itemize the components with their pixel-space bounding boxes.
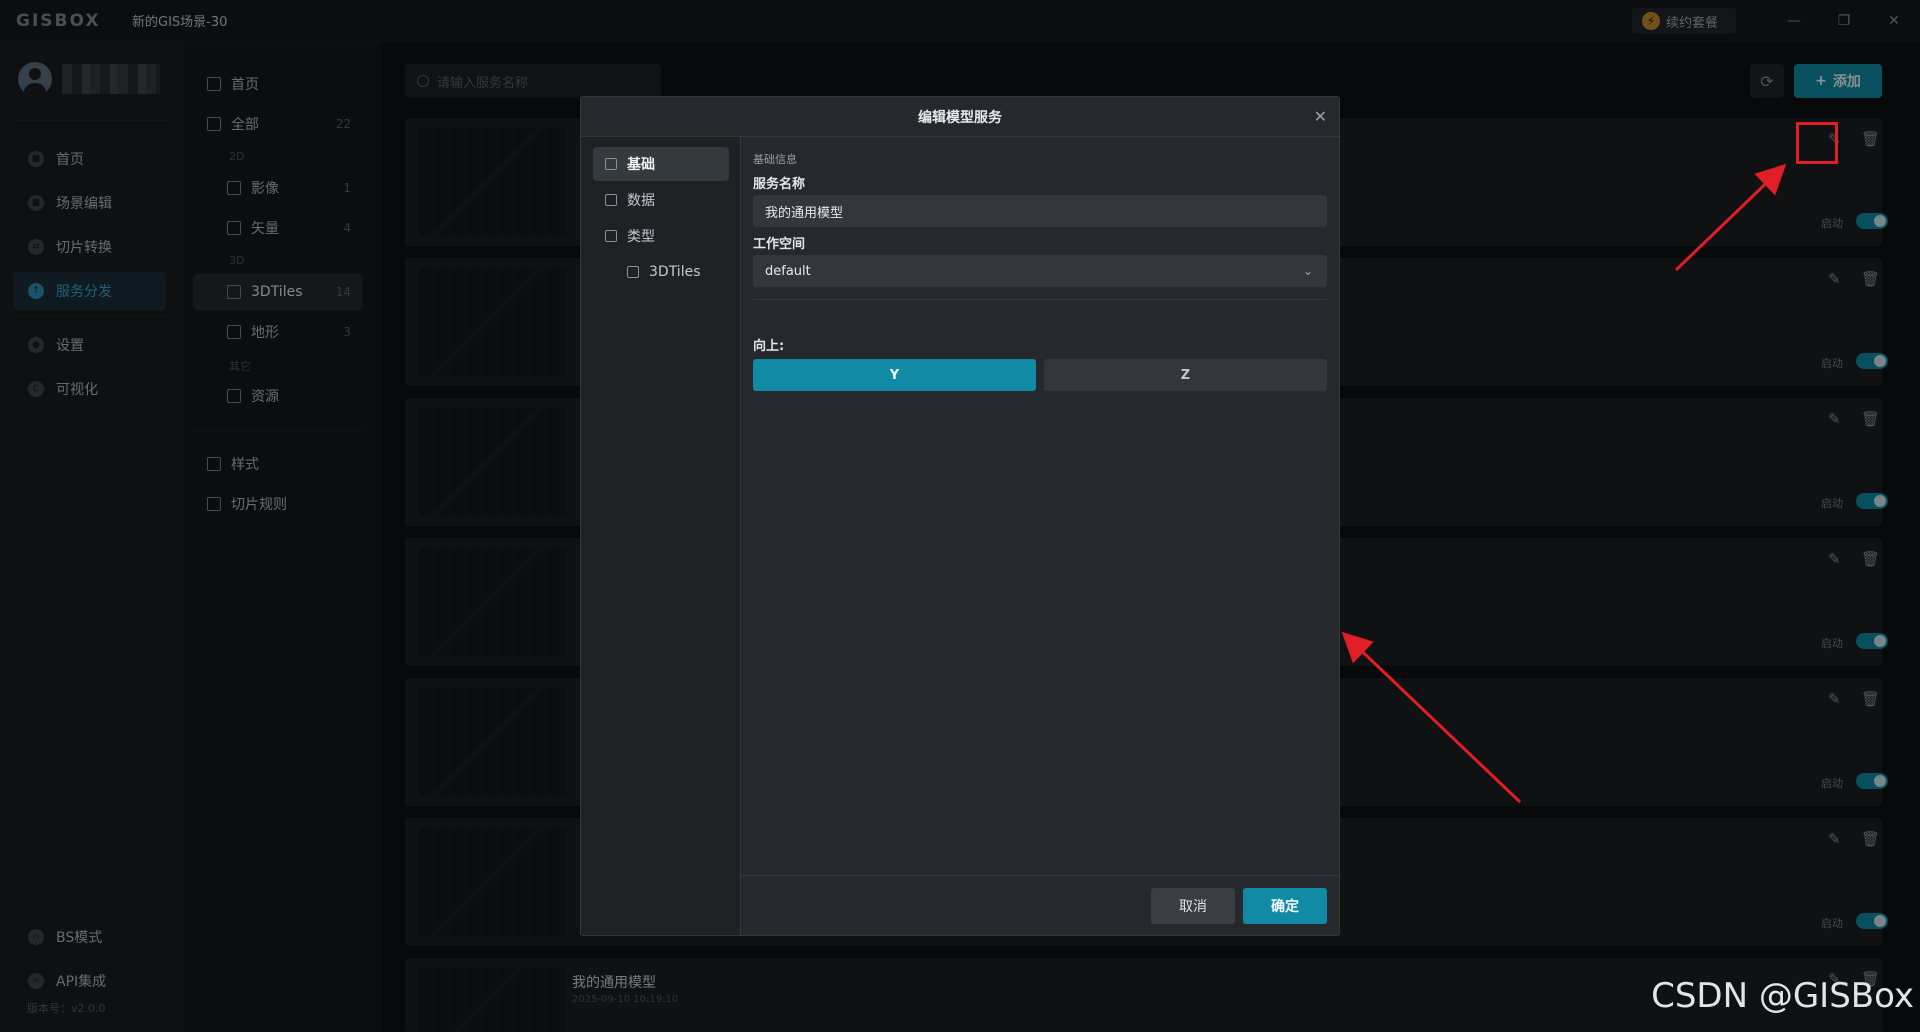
annotation-arrow-edit xyxy=(1674,163,1787,272)
watermark: CSDN @GISBox xyxy=(1651,976,1914,1016)
annotation-arrows xyxy=(1341,163,1787,804)
annotation-arrow-dialog xyxy=(1341,631,1522,804)
